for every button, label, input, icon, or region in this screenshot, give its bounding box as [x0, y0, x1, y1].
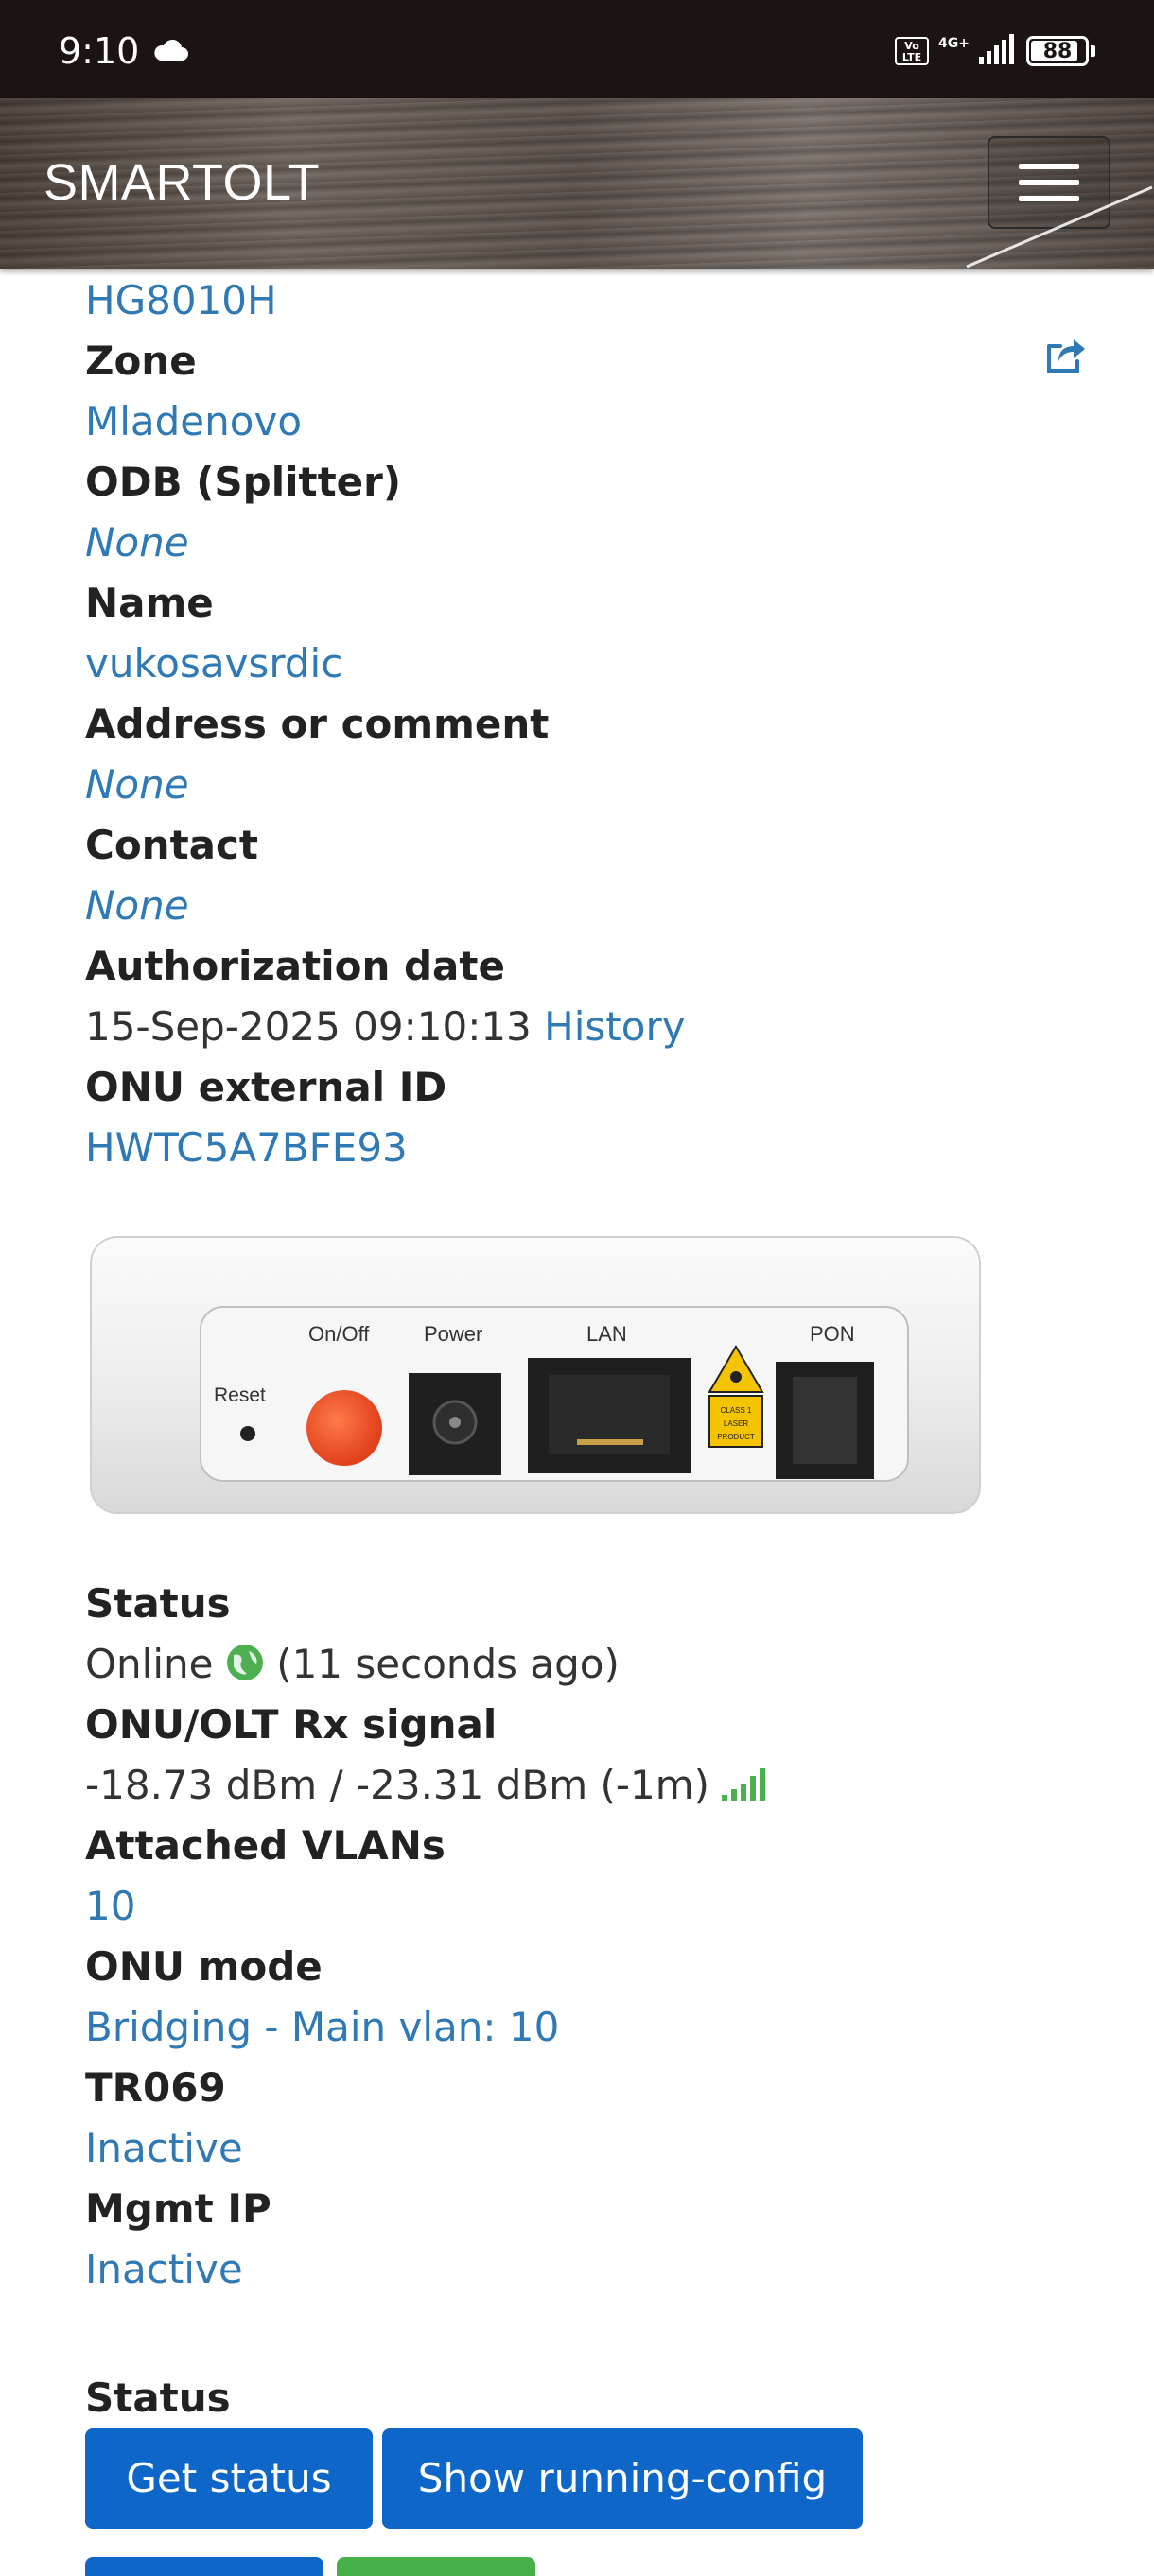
mgmt-ip-label: Mgmt IP [85, 2185, 271, 2232]
name-link[interactable]: vukosavsrdic [85, 634, 1088, 694]
volte-icon: Vo LTE [895, 37, 930, 65]
share-icon[interactable] [1045, 337, 1087, 378]
authorization-date-value: 15-Sep-2025 09:10:13 [85, 1003, 532, 1050]
system-status-bar: 9:10 Vo LTE 4G+ 88 [0, 0, 1154, 98]
contact-link[interactable]: None [85, 876, 1088, 936]
status-value: Online [85, 1641, 214, 1687]
address-link[interactable]: None [85, 755, 1088, 815]
signal-strength-icon [722, 1757, 766, 1818]
hamburger-icon-line [1019, 164, 1079, 169]
status-label: Status [85, 1580, 231, 1627]
decorative-stroke [966, 185, 1153, 269]
onoff-label: On/Off [308, 1322, 370, 1346]
vlans-link[interactable]: 10 [85, 1876, 1088, 1937]
status-row: Online (11 seconds ago) [85, 1634, 1088, 1695]
lan-label: LAN [586, 1322, 627, 1346]
battery-icon: 88 [1026, 36, 1089, 66]
svg-text:CLASS 1: CLASS 1 [721, 1406, 752, 1415]
authorization-date-label: Authorization date [85, 943, 505, 989]
name-label: Name [85, 580, 214, 626]
external-id-link[interactable]: HWTC5A7BFE93 [85, 1118, 1088, 1178]
cell-signal-icon [979, 34, 1017, 68]
onu-mode-label: ONU mode [85, 1943, 323, 1990]
contact-label: Contact [85, 822, 258, 868]
clock: 9:10 [59, 30, 140, 72]
battery-percent: 88 [1042, 39, 1073, 63]
mgmt-ip-link[interactable]: Inactive [85, 2239, 1088, 2300]
brand-logo[interactable]: SMARTOLT [44, 153, 320, 212]
globe-icon [226, 1638, 264, 1698]
signal-value: -18.73 dBm / -23.31 dBm (-1m) [85, 1762, 710, 1808]
model-link[interactable]: HG8010H [85, 270, 1088, 331]
svg-text:PRODUCT: PRODUCT [717, 1433, 755, 1441]
tr069-link[interactable]: Inactive [85, 2118, 1088, 2179]
address-label: Address or comment [85, 701, 550, 747]
status-section: Status Online (11 seconds ago) ONU/OLT R… [85, 1574, 1088, 2300]
partial-success-button[interactable] [337, 2557, 535, 2576]
app-navbar: SMARTOLT [0, 98, 1154, 269]
external-id-label: ONU external ID [85, 1064, 447, 1110]
actions-section-label: Status [85, 2375, 231, 2421]
status-icons: Vo LTE 4G+ 88 [895, 34, 1095, 68]
battery-tip [1091, 45, 1095, 57]
zone-link[interactable]: Mladenovo [85, 392, 1088, 452]
odb-label: ODB (Splitter) [85, 459, 402, 505]
odb-link[interactable]: None [85, 513, 1088, 573]
zone-label: Zone [85, 338, 197, 384]
partial-primary-button[interactable] [85, 2557, 323, 2576]
network-type: 4G+ [938, 36, 970, 51]
pon-label: PON [810, 1322, 855, 1346]
history-link[interactable]: History [544, 1003, 685, 1050]
tr069-label: TR069 [85, 2064, 226, 2111]
onu-details: HG8010H Zone Mladenovo ODB (Splitter) No… [85, 270, 1088, 2576]
onu-mode-link[interactable]: Bridging - Main vlan: 10 [85, 1997, 1088, 2058]
cloud-icon [151, 38, 189, 66]
svg-text:LASER: LASER [724, 1419, 748, 1428]
get-status-button[interactable]: Get status [85, 2428, 373, 2529]
signal-row: -18.73 dBm / -23.31 dBm (-1m) [85, 1755, 1088, 1816]
signal-label: ONU/OLT Rx signal [85, 1701, 498, 1748]
authorization-date-row: 15-Sep-2025 09:10:13 History [85, 997, 1088, 1057]
status-time-ago: (11 seconds ago) [276, 1641, 620, 1687]
show-running-config-button[interactable]: Show running-config [382, 2428, 863, 2529]
vlans-label: Attached VLANs [85, 1822, 446, 1869]
reset-label: Reset [214, 1384, 266, 1406]
power-label: Power [424, 1322, 482, 1346]
onu-device-image: Reset On/Off Power LAN CLASS 1 LASER PRO… [90, 1236, 981, 1514]
